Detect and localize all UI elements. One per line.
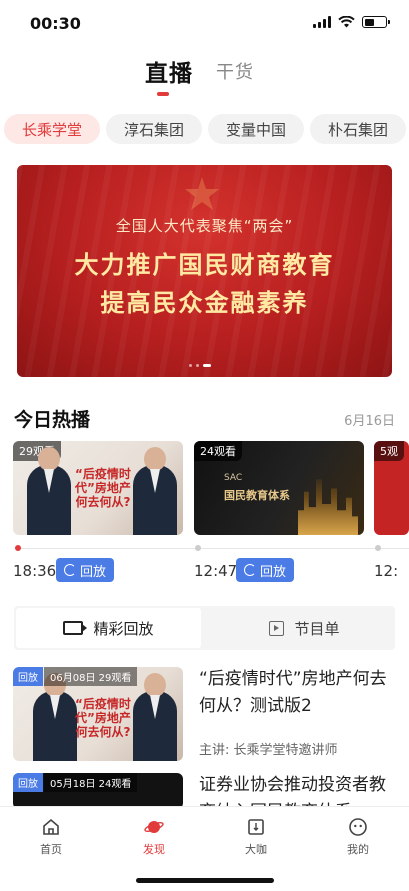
section-tabs: 精彩回放 节目单 bbox=[14, 606, 395, 650]
replay-label: 回放 bbox=[80, 564, 107, 580]
broadcast-timeline bbox=[15, 545, 409, 551]
hot-section-title: 今日热播 bbox=[14, 409, 91, 431]
status-icons bbox=[313, 16, 390, 28]
home-icon bbox=[43, 818, 59, 835]
banner-headline-2: 提高民众金融素养 bbox=[100, 289, 309, 317]
slot-time: 12: bbox=[374, 562, 399, 580]
nav-label: 我的 bbox=[347, 843, 369, 856]
signal-icon bbox=[313, 16, 331, 28]
video-icon bbox=[63, 621, 88, 635]
tab-goods[interactable]: 干货 bbox=[216, 58, 254, 84]
replay-icon bbox=[244, 564, 256, 576]
speaker-photo bbox=[27, 447, 71, 535]
hot-section-date: 6月16日 bbox=[344, 414, 395, 429]
replay-icon bbox=[64, 564, 76, 576]
status-bar: 00:30 bbox=[0, 0, 409, 46]
home-indicator bbox=[136, 878, 274, 883]
speaker-photo bbox=[133, 447, 177, 535]
carousel-dots bbox=[189, 364, 211, 367]
slot-time: 18:36 bbox=[13, 562, 57, 580]
banner-carousel[interactable]: 全国人大代表聚焦“两会” 大力推广国民财商教育 提高民众金融素养 bbox=[17, 165, 392, 377]
tab-highlight-replay[interactable]: 精彩回放 bbox=[16, 608, 201, 648]
replay-tag: 回放 bbox=[13, 773, 43, 792]
view-count-badge: 24观看 bbox=[194, 441, 242, 461]
view-count-badge: 5观 bbox=[374, 441, 404, 461]
category-chips: 长乘学堂 淳石集团 变量中国 朴石集团 bbox=[4, 114, 406, 144]
hot-card[interactable]: 24观看 SAC 国民教育体系 bbox=[194, 441, 364, 535]
top-tabs: 直播 干货 bbox=[0, 52, 409, 102]
replay-title[interactable]: “后疫情时代”房地产何去何从？测试版2 bbox=[199, 666, 399, 720]
nav-discover[interactable]: 发现 bbox=[124, 817, 184, 857]
planet-icon bbox=[144, 821, 164, 833]
schedule-icon bbox=[269, 620, 285, 636]
replay-speaker: 主讲: 长乘学堂特邀讲师 bbox=[199, 743, 338, 758]
chip-changcheng[interactable]: 长乘学堂 bbox=[4, 114, 100, 144]
chip-bianliang[interactable]: 变量中国 bbox=[208, 114, 304, 144]
book-icon bbox=[248, 819, 264, 835]
slot-time: 12:47 bbox=[194, 562, 238, 580]
replay-thumbnail[interactable]: 回放 05月18日 24观看 bbox=[13, 773, 183, 809]
timeline-dot bbox=[195, 545, 201, 551]
nav-profile[interactable]: 我的 bbox=[328, 817, 388, 857]
star-icon bbox=[185, 177, 219, 210]
timeline-dot bbox=[15, 545, 21, 551]
chip-chunshi[interactable]: 淳石集团 bbox=[106, 114, 202, 144]
timeline-dot bbox=[375, 545, 381, 551]
city-skyline bbox=[298, 479, 358, 535]
card-logo: SAC bbox=[224, 473, 243, 483]
battery-icon bbox=[362, 16, 390, 28]
tab-schedule[interactable]: 节目单 bbox=[214, 606, 395, 650]
bottom-nav: 首页 发现 大咖 我的 bbox=[0, 806, 409, 891]
status-time: 00:30 bbox=[30, 14, 81, 33]
face-icon bbox=[349, 818, 367, 836]
hot-card[interactable]: 5观 bbox=[374, 441, 409, 535]
tab-live-indicator bbox=[157, 92, 169, 96]
card-headline: “后疫情时代”房地产何去何从? bbox=[75, 697, 131, 739]
nav-label: 发现 bbox=[143, 843, 165, 856]
replay-label: 回放 bbox=[260, 564, 287, 580]
banner-headline-1: 大力推广国民财商教育 bbox=[74, 251, 335, 279]
replay-button[interactable]: 回放 bbox=[56, 558, 115, 582]
tab-live[interactable]: 直播 bbox=[145, 54, 193, 88]
replay-tag: 回放 bbox=[13, 667, 43, 686]
tab-label: 节目单 bbox=[294, 619, 340, 638]
tab-label: 精彩回放 bbox=[93, 619, 154, 638]
replay-button[interactable]: 回放 bbox=[236, 558, 295, 582]
card-headline: 国民教育体系 bbox=[224, 489, 290, 502]
speaker-photo bbox=[133, 673, 177, 761]
banner-subtitle: 全国人大代表聚焦“两会” bbox=[115, 217, 294, 235]
nav-label: 大咖 bbox=[245, 843, 267, 856]
nav-home[interactable]: 首页 bbox=[21, 817, 81, 857]
nav-experts[interactable]: 大咖 bbox=[226, 817, 286, 857]
replay-meta: 06月08日 29观看 bbox=[44, 667, 138, 686]
hot-card[interactable]: 29观看 “后疫情时代”房地产何去何从? bbox=[13, 441, 183, 535]
card-headline: “后疫情时代”房地产何去何从? bbox=[75, 467, 131, 509]
chip-pushi[interactable]: 朴石集团 bbox=[310, 114, 406, 144]
replay-meta: 05月18日 24观看 bbox=[44, 773, 138, 792]
replay-thumbnail[interactable]: “后疫情时代”房地产何去何从? 回放 06月08日 29观看 bbox=[13, 667, 183, 761]
wifi-icon bbox=[338, 16, 355, 28]
nav-label: 首页 bbox=[40, 843, 62, 856]
